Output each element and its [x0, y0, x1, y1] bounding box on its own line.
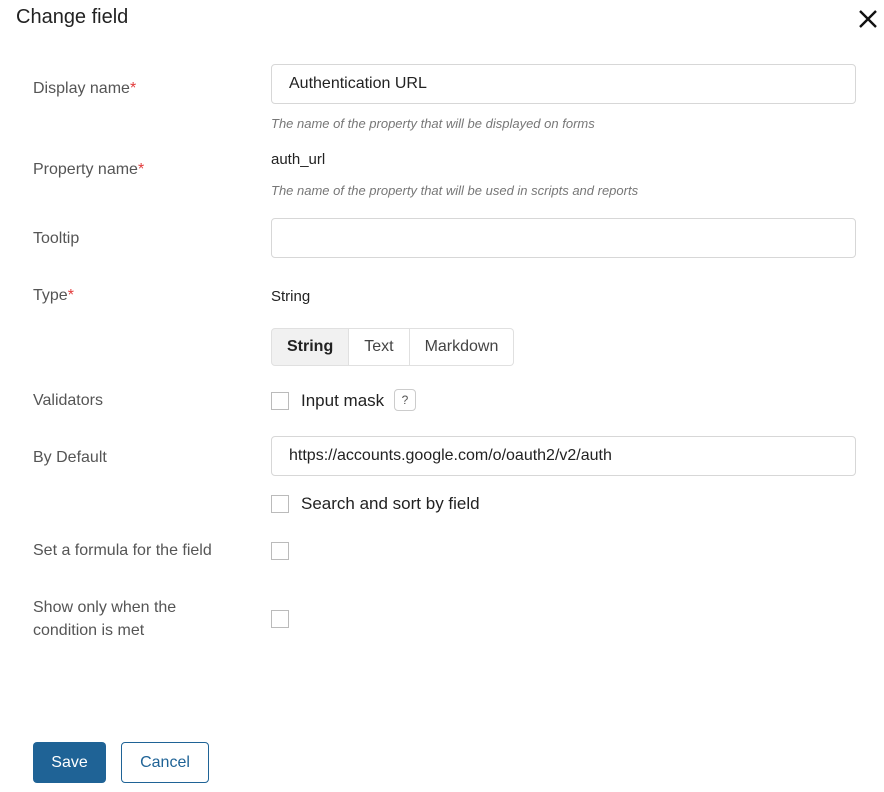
condition-label-line2: condition is met: [33, 622, 145, 639]
close-icon[interactable]: [856, 7, 880, 31]
property-name-hint: The name of the property that will be us…: [271, 183, 639, 198]
required-mark: *: [137, 161, 145, 178]
type-label: Type*: [33, 284, 74, 307]
dialog-title: Change field: [16, 6, 129, 28]
tooltip-input[interactable]: [271, 218, 856, 258]
search-sort-checkbox[interactable]: [271, 495, 289, 513]
by-default-input[interactable]: [271, 436, 856, 476]
type-label-text: Type: [33, 287, 68, 304]
property-name-value: auth_url: [271, 151, 326, 168]
type-option-text[interactable]: Text: [349, 328, 410, 366]
property-name-label: Property name*: [33, 158, 144, 181]
type-option-markdown[interactable]: Markdown: [409, 328, 515, 366]
display-name-label: Display name*: [33, 77, 136, 100]
type-segmented-control: String Text Markdown: [271, 328, 515, 366]
condition-label: Show only when the condition is met: [33, 596, 176, 642]
required-mark: *: [129, 80, 137, 97]
display-name-input[interactable]: [271, 64, 856, 104]
input-mask-label: Input mask: [301, 391, 385, 410]
type-option-string[interactable]: String: [271, 328, 350, 366]
formula-label: Set a formula for the field: [33, 542, 212, 559]
display-name-hint: The name of the property that will be di…: [271, 116, 595, 131]
condition-label-line1: Show only when the: [33, 599, 177, 616]
tooltip-label: Tooltip: [33, 230, 80, 247]
validators-label: Validators: [33, 392, 103, 409]
help-icon[interactable]: ?: [394, 389, 416, 411]
formula-checkbox[interactable]: [271, 542, 289, 560]
cancel-button[interactable]: Cancel: [121, 742, 209, 783]
display-name-label-text: Display name: [33, 80, 130, 97]
condition-checkbox[interactable]: [271, 610, 289, 628]
search-sort-label: Search and sort by field: [301, 494, 480, 513]
save-button[interactable]: Save: [33, 742, 106, 783]
by-default-label: By Default: [33, 449, 107, 466]
input-mask-checkbox[interactable]: [271, 392, 289, 410]
property-name-label-text: Property name: [33, 161, 138, 178]
type-value: String: [271, 288, 311, 305]
required-mark: *: [67, 287, 74, 304]
